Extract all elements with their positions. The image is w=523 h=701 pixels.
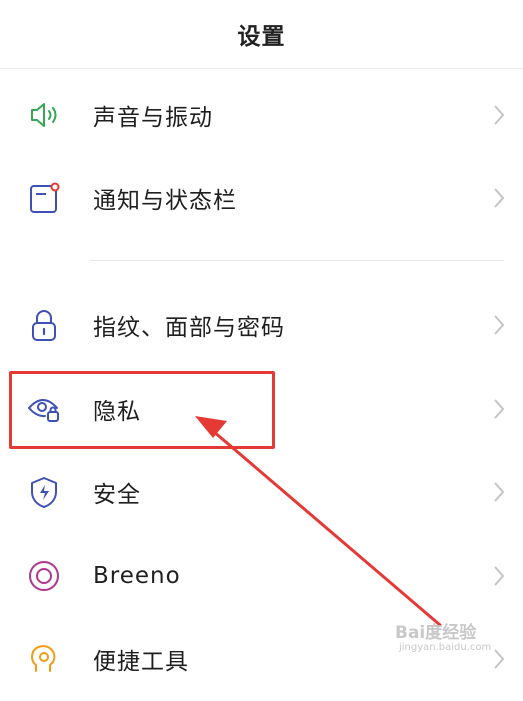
tools-icon xyxy=(26,641,62,677)
settings-item-label: 指纹、面部与密码 xyxy=(93,315,285,341)
settings-item-label: 安全 xyxy=(93,482,141,508)
chevron-right-icon xyxy=(491,103,507,127)
settings-item-sound[interactable]: 声音与振动 xyxy=(0,73,523,157)
watermark: Bai度经验 jingyan.baidu.com xyxy=(395,618,515,658)
watermark-url: jingyan.baidu.com xyxy=(399,642,492,653)
lock-icon xyxy=(26,307,62,343)
header: 设置 xyxy=(0,0,523,69)
page-title: 设置 xyxy=(237,24,286,50)
chevron-right-icon xyxy=(491,564,507,588)
settings-item-label: Breeno xyxy=(93,563,181,589)
highlight-box xyxy=(9,371,275,449)
shield-icon xyxy=(26,474,62,510)
settings-item-label: 便捷工具 xyxy=(93,649,189,675)
chevron-right-icon xyxy=(491,313,507,337)
section-divider xyxy=(90,260,504,261)
chevron-right-icon xyxy=(491,186,507,210)
chevron-right-icon xyxy=(491,480,507,504)
settings-item-label: 声音与振动 xyxy=(93,105,213,131)
speaker-icon xyxy=(26,97,62,133)
chevron-right-icon xyxy=(491,397,507,421)
watermark-logo: Bai度经验 xyxy=(395,623,477,643)
notification-icon xyxy=(26,180,62,216)
settings-item-label: 通知与状态栏 xyxy=(93,188,237,214)
settings-item-security[interactable]: 安全 xyxy=(0,450,523,534)
breeno-icon xyxy=(26,558,62,594)
settings-item-breeno[interactable]: Breeno xyxy=(0,534,523,618)
settings-item-notifications[interactable]: 通知与状态栏 xyxy=(0,156,523,240)
settings-item-fingerprint-face-password[interactable]: 指纹、面部与密码 xyxy=(0,283,523,367)
